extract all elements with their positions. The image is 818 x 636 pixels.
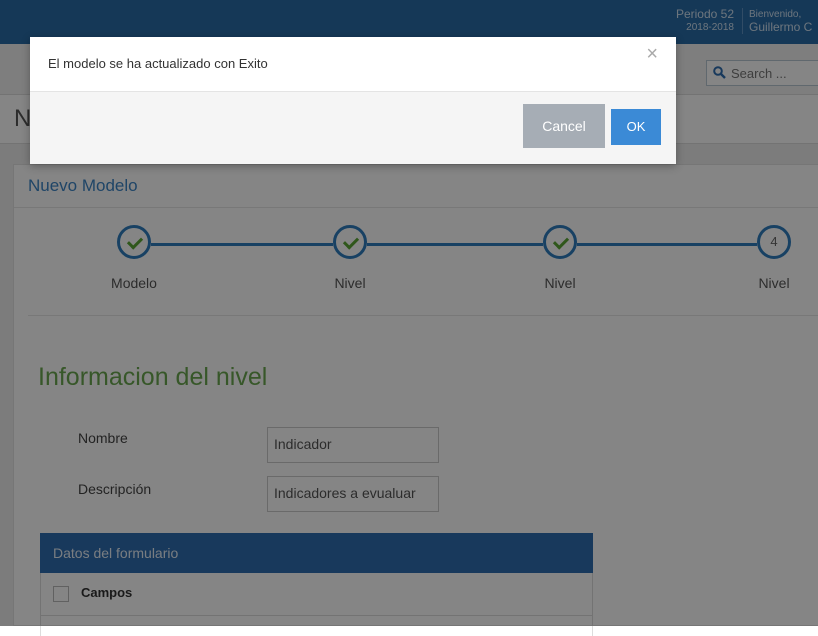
dialog-body: El modelo se ha actualizado con Exito × <box>30 37 676 92</box>
dialog-footer: Cancel OK <box>30 92 676 164</box>
close-icon[interactable]: × <box>646 43 658 66</box>
ok-button[interactable]: OK <box>611 109 661 145</box>
dialog-message: El modelo se ha actualizado con Exito <box>48 56 268 71</box>
confirmation-dialog: El modelo se ha actualizado con Exito × … <box>30 37 676 164</box>
cancel-button[interactable]: Cancel <box>523 104 605 148</box>
